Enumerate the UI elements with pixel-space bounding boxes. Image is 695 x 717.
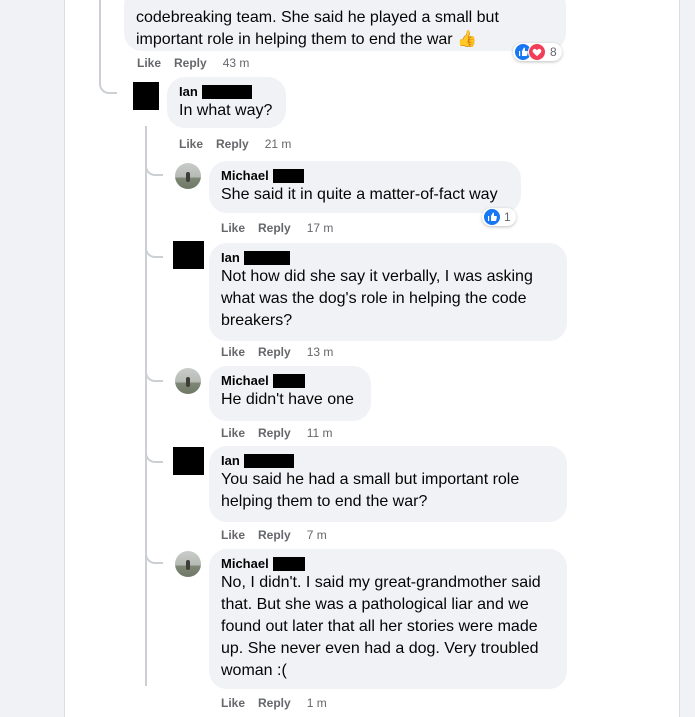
reply-button[interactable]: Reply: [216, 137, 249, 151]
like-button[interactable]: Like: [221, 696, 245, 710]
like-button[interactable]: Like: [221, 345, 245, 359]
author-name-text[interactable]: Michael: [221, 168, 269, 184]
redacted-surname: [243, 251, 290, 265]
timestamp[interactable]: 7 m: [307, 528, 327, 542]
comment-bubble: Michael She said it in quite a matter-of…: [209, 161, 521, 213]
avatar-figure: [186, 172, 190, 182]
comments-panel: codebreaking team. She said he played a …: [64, 0, 680, 717]
reply-button[interactable]: Reply: [258, 426, 291, 440]
comment-actions: Like Reply 13 m: [221, 344, 333, 360]
timestamp[interactable]: 1 m: [307, 696, 327, 710]
comment-text: Not how did she say it verbally, I was a…: [221, 266, 555, 332]
like-button[interactable]: Like: [137, 56, 161, 70]
reaction-summary[interactable]: 1: [482, 208, 516, 226]
comment-text-line: breakers?: [221, 312, 293, 329]
reply-button[interactable]: Reply: [258, 696, 291, 710]
comment-text-line: important role in helping them to end th…: [136, 31, 477, 48]
comment-text-line: woman :(: [221, 662, 287, 679]
comment-actions: Like Reply 11 m: [221, 425, 333, 441]
avatar[interactable]: [175, 163, 201, 189]
comment-text: codebreaking team. She said he played a …: [136, 7, 554, 51]
reaction-count: 8: [550, 45, 557, 59]
thread-line: [145, 126, 147, 686]
comment-text-line: No, I didn't. I said my great-grandmothe…: [221, 574, 541, 591]
comment-actions: Like Reply 17 m: [221, 220, 333, 236]
comment-text: He didn't have one: [221, 389, 359, 411]
reaction-summary[interactable]: 8: [513, 43, 562, 61]
reply-button[interactable]: Reply: [174, 56, 207, 70]
like-button[interactable]: Like: [221, 528, 245, 542]
avatar-redacted[interactable]: [173, 447, 204, 475]
like-button[interactable]: Like: [179, 137, 203, 151]
like-icon: [484, 209, 500, 225]
comment-text-line: up. She never even had a dog. Very troub…: [221, 640, 539, 657]
author-name-text[interactable]: Michael: [221, 373, 269, 389]
avatar[interactable]: [175, 551, 201, 577]
author-name[interactable]: Michael: [221, 168, 509, 184]
comment-text-line: Not how did she say it verbally, I was a…: [221, 268, 533, 285]
thread-curve: [99, 74, 117, 94]
comment-text: You said he had a small but important ro…: [221, 469, 555, 513]
thread-curve: [145, 238, 163, 258]
like-button[interactable]: Like: [221, 426, 245, 440]
author-name[interactable]: Michael: [221, 556, 555, 572]
avatar-redacted[interactable]: [133, 82, 159, 110]
comment-actions: Like Reply 43 m: [137, 55, 249, 71]
timestamp[interactable]: 21 m: [265, 137, 292, 151]
author-name-text[interactable]: Ian: [221, 250, 240, 266]
comment-text-line: helping them to end the war?: [221, 493, 428, 510]
timestamp[interactable]: 43 m: [223, 56, 250, 70]
comment-text: In what way?: [179, 100, 274, 122]
thread-curve: [145, 156, 163, 176]
avatar[interactable]: [175, 368, 201, 394]
reaction-count: 1: [504, 210, 511, 224]
author-name[interactable]: Ian: [221, 453, 555, 469]
thread-curve: [145, 443, 163, 463]
comment-actions: Like Reply 7 m: [221, 527, 327, 543]
redacted-surname: [272, 557, 305, 571]
comment-actions: Like Reply 1 m: [221, 695, 327, 711]
comment-text: No, I didn't. I said my great-grandmothe…: [221, 572, 555, 682]
comment-text-line: that. But she was a pathological liar an…: [221, 596, 529, 613]
reply-button[interactable]: Reply: [258, 528, 291, 542]
redacted-surname: [272, 374, 305, 388]
redacted-surname: [243, 454, 294, 468]
avatar-redacted[interactable]: [173, 241, 204, 269]
timestamp[interactable]: 17 m: [307, 221, 334, 235]
comment-bubble: Ian In what way?: [167, 77, 286, 128]
reply-button[interactable]: Reply: [258, 221, 291, 235]
author-name[interactable]: Ian: [221, 250, 555, 266]
author-name[interactable]: Michael: [221, 373, 359, 389]
comment-text-line: He didn't have one: [221, 391, 354, 408]
thread-line: [99, 0, 101, 80]
comment-text: She said it in quite a matter-of-fact wa…: [221, 184, 509, 206]
comment-text-line: In what way?: [179, 102, 273, 119]
avatar-figure: [186, 377, 190, 387]
comment-actions: Like Reply 21 m: [179, 136, 291, 152]
love-icon: [528, 43, 546, 61]
author-name-text[interactable]: Ian: [221, 453, 240, 469]
timestamp[interactable]: 13 m: [307, 345, 334, 359]
timestamp[interactable]: 11 m: [307, 426, 333, 440]
comment-bubble: Michael He didn't have one: [209, 366, 371, 421]
comment-bubble: Ian Not how did she say it verbally, I w…: [209, 243, 567, 341]
comment-text-line: what was the dog's role in helping the c…: [221, 290, 527, 307]
comment-text-line: You said he had a small but important ro…: [221, 471, 520, 488]
avatar-figure: [186, 560, 190, 570]
comment-text-line: She said it in quite a matter-of-fact wa…: [221, 186, 498, 203]
thread-curve: [145, 544, 163, 564]
author-name-text[interactable]: Michael: [221, 556, 269, 572]
comment-bubble: Ian You said he had a small but importan…: [209, 446, 567, 522]
comment-text-line: found out later that all her stories wer…: [221, 618, 538, 635]
author-name-text[interactable]: Ian: [179, 84, 198, 100]
redacted-surname: [272, 169, 304, 183]
comment-text-line: codebreaking team. She said he played a …: [136, 9, 499, 26]
comment-bubble: codebreaking team. She said he played a …: [124, 0, 566, 51]
author-name[interactable]: Ian: [179, 84, 274, 100]
thread-curve: [145, 362, 163, 382]
reply-button[interactable]: Reply: [258, 345, 291, 359]
redacted-surname: [201, 85, 252, 99]
comment-bubble: Michael No, I didn't. I said my great-gr…: [209, 549, 567, 689]
like-button[interactable]: Like: [221, 221, 245, 235]
